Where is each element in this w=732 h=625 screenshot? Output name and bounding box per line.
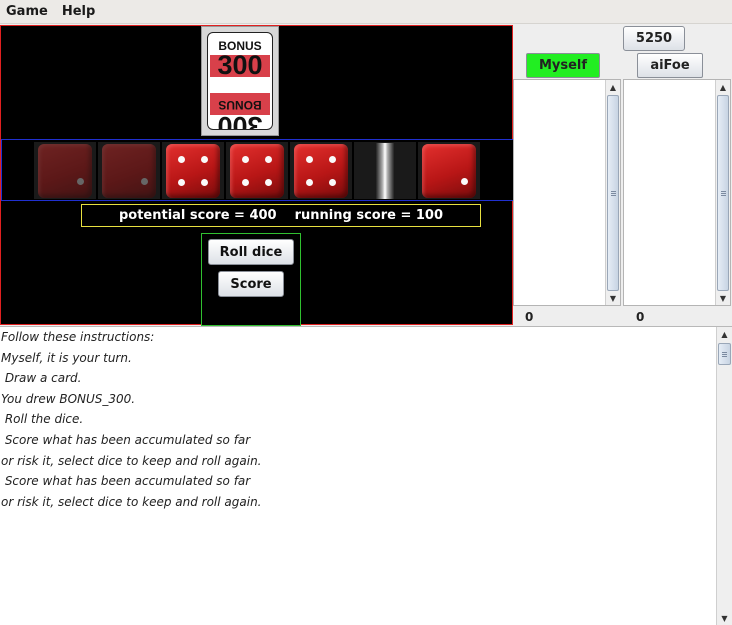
die-face[interactable] — [102, 144, 156, 198]
die-pip — [241, 155, 249, 163]
card-value-mirror: 300 — [217, 111, 263, 130]
player-score-myself: 0 — [525, 310, 534, 324]
log-line: or risk it, select dice to keep and roll… — [1, 494, 262, 509]
menu-bar: Game Help — [0, 0, 732, 24]
scroll-up-icon[interactable]: ▲ — [716, 80, 730, 94]
scroll-up-icon[interactable]: ▲ — [717, 327, 732, 341]
scrollbar[interactable]: ▲ ▼ — [715, 80, 730, 305]
log-line: Draw a card. — [1, 371, 82, 386]
menu-game[interactable]: Game — [0, 4, 55, 19]
running-score: running score = 100 — [294, 208, 444, 223]
die-face[interactable] — [166, 144, 220, 198]
die-pip — [460, 178, 468, 186]
die-slot[interactable] — [34, 142, 96, 199]
die-slot[interactable] — [226, 142, 288, 199]
score-display: potential score = 400 running score = 10… — [81, 204, 481, 227]
die-slot[interactable] — [162, 142, 224, 199]
score-button[interactable]: Score — [218, 271, 284, 297]
die-pip — [76, 178, 84, 186]
die-slot[interactable] — [98, 142, 160, 199]
die-pip — [265, 179, 273, 187]
scroll-down-icon[interactable]: ▼ — [606, 291, 620, 305]
log-line: or risk it, select dice to keep and roll… — [1, 453, 262, 468]
player-tag-myself: Myself — [526, 53, 600, 78]
die-pip — [201, 155, 209, 163]
log-line: You drew BONUS_300. — [1, 391, 136, 406]
player-list-myself[interactable]: ▲ ▼ — [513, 79, 621, 306]
player-tag-aifoe: aiFoe — [637, 53, 703, 78]
die-face[interactable] — [230, 144, 284, 198]
player-score-aifoe: 0 — [636, 310, 645, 324]
players-pane: 5250 Myself aiFoe ▲ ▼ ▲ ▼ 0 0 — [513, 25, 732, 325]
action-panel: Roll dice Score — [201, 233, 301, 326]
game-board: BONUS 300 BONUS 300 potential score = 40… — [0, 25, 514, 326]
scroll-thumb[interactable] — [607, 95, 619, 291]
die-face[interactable] — [294, 144, 348, 198]
log-line: Roll the dice. — [1, 412, 84, 427]
die-pip — [329, 155, 337, 163]
log-line: Myself, it is your turn. — [1, 350, 132, 365]
target-score: 5250 — [623, 26, 685, 51]
scroll-thumb[interactable] — [718, 343, 731, 365]
log-scrollbar[interactable]: ▲ ▼ — [716, 327, 732, 625]
die-pip — [140, 178, 148, 186]
card-label-mirror: BONUS — [218, 98, 262, 112]
scroll-up-icon[interactable]: ▲ — [606, 80, 620, 94]
log-line: Score what has been accumulated so far — [1, 474, 251, 489]
log-text: Follow these instructions: Myself, it is … — [1, 327, 711, 512]
card-value: 300 — [217, 50, 263, 80]
dice-tray — [1, 139, 514, 201]
potential-score: potential score = 400 — [118, 208, 277, 223]
die-face[interactable] — [422, 144, 476, 198]
bonus-card: BONUS 300 BONUS 300 — [201, 26, 279, 136]
log-line: Score what has been accumulated so far — [1, 432, 251, 447]
menu-help[interactable]: Help — [55, 4, 102, 19]
player-list-aifoe[interactable]: ▲ ▼ — [623, 79, 731, 306]
instruction-log[interactable]: Follow these instructions: Myself, it is … — [0, 326, 732, 625]
die-pip — [305, 155, 313, 163]
die-face[interactable] — [38, 144, 92, 198]
scroll-thumb[interactable] — [717, 95, 729, 291]
card-mirror: BONUS 300 — [208, 79, 272, 129]
die-pip — [305, 179, 313, 187]
die-slot[interactable] — [418, 142, 480, 199]
card-face: BONUS 300 BONUS 300 — [207, 32, 273, 130]
die-pip — [177, 179, 185, 187]
log-line: Follow these instructions: — [1, 330, 155, 344]
die-slot[interactable] — [354, 142, 416, 199]
die-pip — [329, 179, 337, 187]
rolling-die — [376, 143, 394, 199]
roll-dice-button[interactable]: Roll dice — [208, 239, 294, 265]
die-pip — [201, 179, 209, 187]
die-pip — [177, 155, 185, 163]
die-pip — [265, 155, 273, 163]
die-slot[interactable] — [290, 142, 352, 199]
scroll-down-icon[interactable]: ▼ — [716, 291, 730, 305]
scrollbar[interactable]: ▲ ▼ — [605, 80, 620, 305]
die-pip — [241, 179, 249, 187]
scroll-down-icon[interactable]: ▼ — [717, 611, 732, 625]
